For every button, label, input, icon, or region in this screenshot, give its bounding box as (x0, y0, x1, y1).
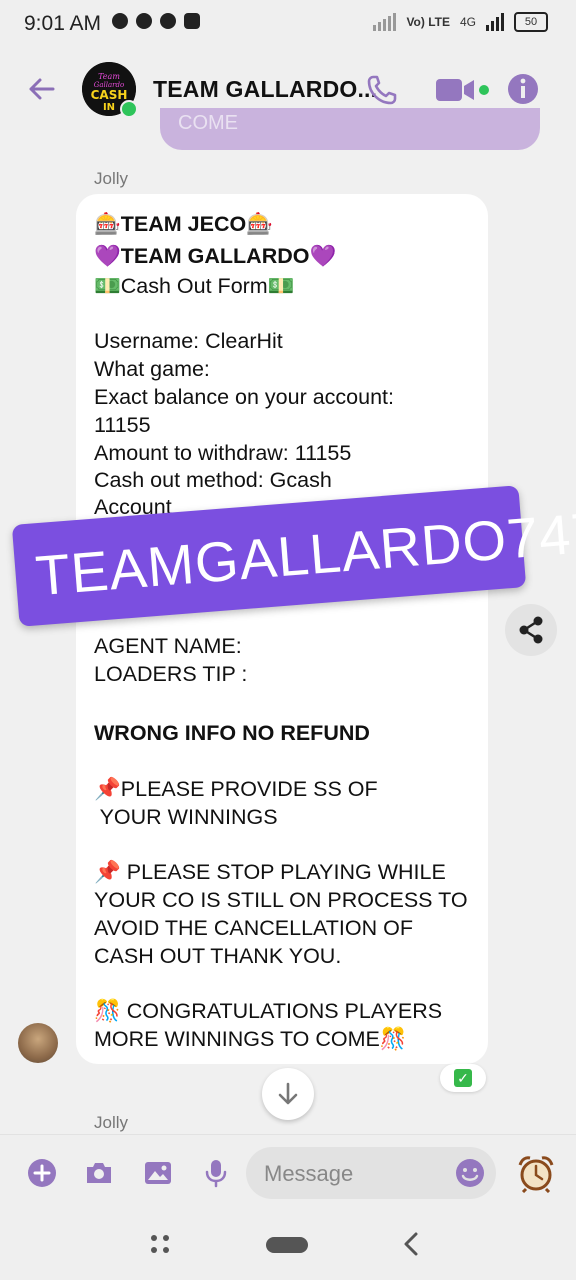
message-line: 🎊 CONGRATULATIONS PLAYERS (94, 999, 443, 1023)
battery-level: 50 (524, 16, 538, 28)
recents-icon[interactable] (148, 1232, 172, 1256)
message-input[interactable]: Message (246, 1147, 496, 1199)
svg-text:CASH: CASH (91, 88, 128, 102)
chat-title[interactable]: TEAM GALLARDO... (153, 76, 377, 103)
message-composer: Message (0, 1134, 576, 1211)
message-line: Amount to withdraw: 11155 (94, 441, 352, 465)
message-line: 📌 PLEASE STOP PLAYING WHILE (94, 860, 446, 884)
message-line: 💵Cash Out Form💵 (94, 274, 295, 298)
plus-icon[interactable] (26, 1157, 58, 1189)
network-label: Vo) LTE (406, 15, 450, 29)
notification-icons (112, 13, 200, 29)
battery-icon: 50 (514, 12, 548, 32)
svg-text:Team: Team (98, 72, 120, 81)
message-line: What game: (94, 357, 210, 381)
message-line: YOUR WINNINGS (94, 805, 278, 829)
alarm-icon (112, 13, 128, 29)
video-icon[interactable] (434, 72, 490, 108)
message-bubble[interactable]: 🎰TEAM JECO🎰 💜TEAM GALLARDO💜 💵Cash Out Fo… (76, 194, 488, 1064)
message-line: YOUR CO IS STILL ON PROCESS TO (94, 888, 468, 912)
sender-name: Jolly (94, 169, 129, 188)
message-line: 📌PLEASE PROVIDE SS OF (94, 777, 378, 801)
message-line: CASH OUT THANK YOU. (94, 944, 342, 968)
message-line: MORE WINNINGS TO COME🎊 (94, 1027, 407, 1051)
system-nav-bar (0, 1210, 576, 1280)
network-type: 4G (459, 15, 476, 29)
scroll-down-button[interactable] (262, 1068, 314, 1120)
previous-message-bubble: COME (160, 108, 540, 150)
share-icon (519, 616, 543, 644)
message-line: Cash out method: Gcash (94, 468, 332, 492)
phone-icon[interactable] (364, 72, 400, 108)
cell-signal-icon (486, 13, 504, 31)
message-line: 11155 (94, 413, 151, 437)
message-line: 💜TEAM GALLARDO💜 (94, 244, 337, 268)
status-bar: 9:01 AM Vo) LTE 4G 50 (0, 0, 576, 52)
next-sender-name: Jolly (94, 1113, 129, 1132)
check-icon: ✓ (454, 1069, 472, 1087)
arrow-down-icon (278, 1082, 298, 1105)
message-line: AGENT NAME: (94, 634, 242, 658)
reaction-badge[interactable]: ✓ (440, 1064, 486, 1092)
message-line: 🎰TEAM JECO🎰 (94, 212, 273, 236)
message-line: WRONG INFO NO REFUND (94, 721, 370, 745)
message-placeholder: Message (264, 1161, 354, 1186)
share-button[interactable] (505, 604, 557, 656)
messenger-icon (136, 13, 152, 29)
facebook-icon (160, 13, 176, 29)
home-icon[interactable] (266, 1237, 308, 1253)
sender-avatar[interactable] (18, 1023, 58, 1063)
back-arrow-icon[interactable] (26, 74, 56, 104)
message-line: AVOID THE CANCELLATION OF (94, 916, 413, 940)
message-line: Username: ClearHit (94, 329, 283, 353)
alarm-clock-icon[interactable] (514, 1153, 558, 1193)
game-controller-icon (184, 13, 200, 29)
status-time: 9:01 AM (24, 12, 102, 35)
message-line: Exact balance on your account: (94, 385, 394, 409)
image-icon[interactable] (142, 1157, 174, 1189)
wifi-signal-icon (373, 13, 397, 31)
svg-text:IN: IN (103, 102, 115, 113)
message-line: LOADERS TIP : (94, 662, 248, 686)
camera-icon[interactable] (83, 1157, 115, 1189)
back-icon[interactable] (398, 1230, 424, 1258)
online-status-dot (120, 100, 138, 118)
mic-icon[interactable] (200, 1157, 232, 1189)
emoji-icon[interactable] (454, 1157, 486, 1189)
previous-message-text: COME (178, 112, 238, 134)
info-icon[interactable] (506, 72, 540, 106)
status-right: Vo) LTE 4G 50 (373, 12, 548, 32)
